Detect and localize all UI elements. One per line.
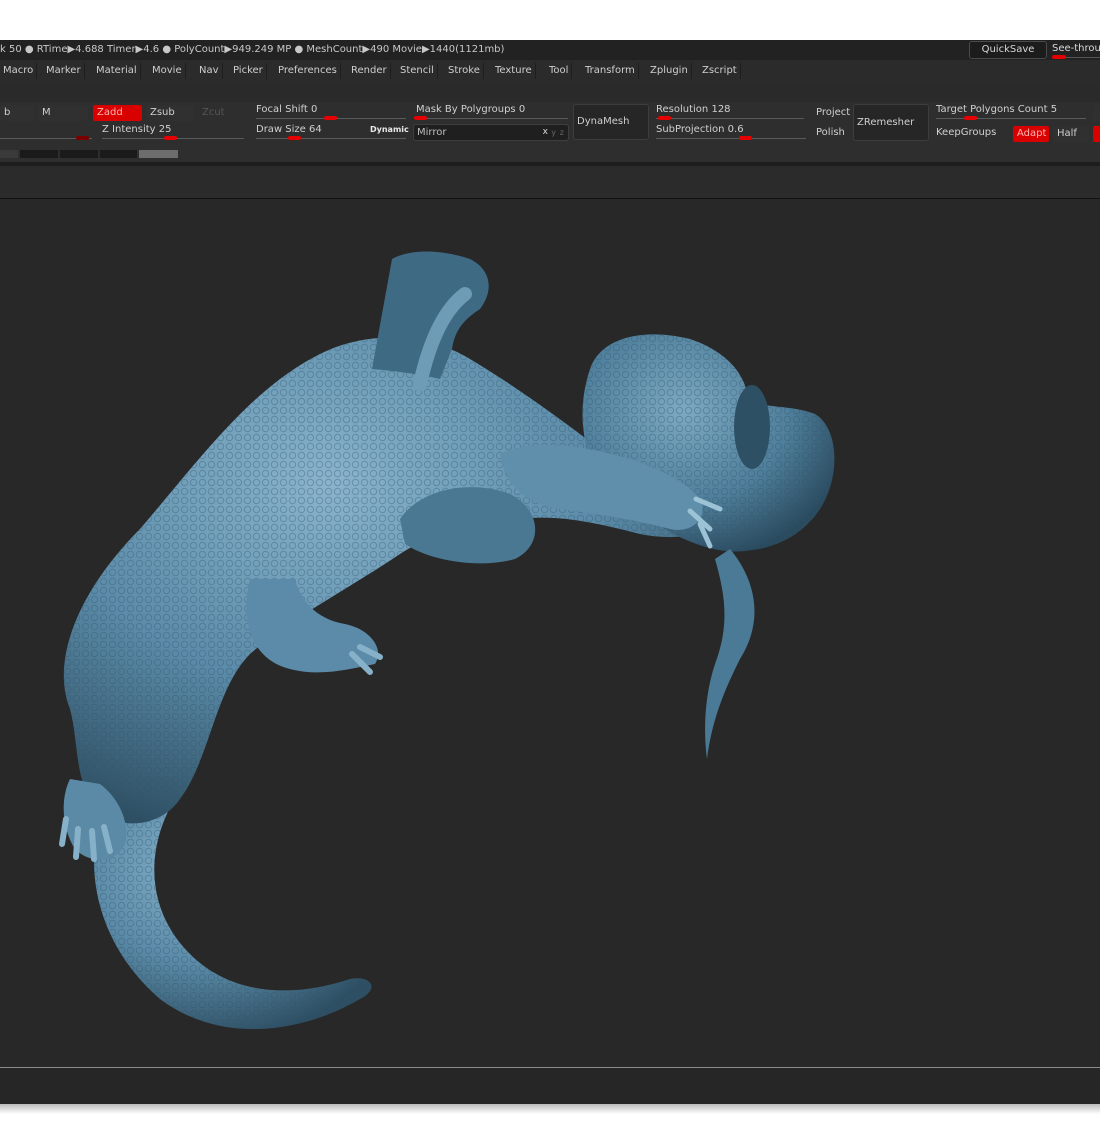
mask-by-polygroups-knob[interactable] — [414, 116, 427, 120]
dragon-eye — [734, 385, 770, 469]
z-axis-icon[interactable]: z — [560, 125, 564, 140]
project-button[interactable]: Project — [816, 107, 850, 118]
polish-button[interactable]: Polish — [816, 127, 845, 138]
see-through-knob[interactable] — [1052, 55, 1066, 59]
mask-by-polygroups-slider[interactable]: Mask By Polygroups 0 — [414, 104, 568, 122]
swatch[interactable] — [0, 150, 18, 158]
target-polygons-label: Target Polygons Count — [936, 104, 1048, 115]
menu-material[interactable]: Material — [93, 63, 141, 79]
status-text: k 50 ● RTime▶4.688 Timer▶4.6 ● PolyCount… — [0, 44, 505, 55]
resolution-knob[interactable] — [658, 116, 671, 120]
menu-render[interactable]: Render — [348, 63, 391, 79]
x-axis-icon[interactable]: x — [543, 125, 548, 140]
see-through-slider[interactable]: See-throu — [1052, 42, 1100, 59]
dynamesh-button[interactable]: DynaMesh — [573, 104, 649, 140]
swatch[interactable] — [60, 150, 98, 158]
subprojection-label: SubProjection — [656, 124, 725, 135]
draw-size-track — [256, 138, 406, 139]
resolution-label: Resolution — [656, 104, 709, 115]
bottom-tray — [0, 1068, 1100, 1104]
status-bar: k 50 ● RTime▶4.688 Timer▶4.6 ● PolyCount… — [0, 40, 1100, 60]
sub-toolbar — [0, 166, 1100, 199]
draw-size-knob[interactable] — [288, 136, 301, 140]
target-polygons-slider[interactable]: Target Polygons Count 5 — [936, 104, 1086, 122]
quicksave-button[interactable]: QuickSave — [969, 41, 1047, 59]
cut-off-red-button[interactable] — [1093, 126, 1100, 142]
subprojection-track — [656, 138, 806, 139]
dragon-tongue — [705, 549, 755, 759]
focal-shift-label: Focal Shift — [256, 104, 308, 115]
z-intensity-label: Z Intensity — [102, 124, 156, 135]
menu-stencil[interactable]: Stencil — [397, 63, 438, 79]
menu-zplugin[interactable]: Zplugin — [647, 63, 692, 79]
mask-by-polygroups-value: 0 — [518, 104, 526, 115]
menu-bar: Macro Marker Material Movie Nav Picker P… — [0, 60, 1100, 82]
swatch[interactable] — [100, 150, 137, 158]
z-intensity-value: 25 — [158, 124, 172, 135]
mirror-button[interactable]: Mirror x y z — [413, 124, 569, 141]
z-intensity-knob[interactable] — [164, 136, 177, 140]
adapt-button[interactable]: Adapt — [1013, 126, 1049, 142]
mask-by-polygroups-track — [416, 118, 568, 119]
target-polygons-track — [936, 118, 1086, 119]
resolution-value: 128 — [711, 104, 731, 115]
menu-zscript[interactable]: Zscript — [699, 63, 741, 79]
mask-by-polygroups-label: Mask By Polygroups — [416, 104, 516, 115]
swatch[interactable] — [20, 150, 58, 158]
zremesher-button[interactable]: ZRemesher — [853, 104, 929, 141]
zbrush-window: k 50 ● RTime▶4.688 Timer▶4.6 ● PolyCount… — [0, 40, 1100, 1104]
menu-transform[interactable]: Transform — [582, 63, 639, 79]
color-swatches — [0, 150, 180, 158]
menu-preferences[interactable]: Preferences — [275, 63, 341, 79]
keepgroups-button[interactable]: KeepGroups — [936, 127, 996, 138]
menu-marker[interactable]: Marker — [43, 63, 85, 79]
focal-shift-knob[interactable] — [324, 116, 337, 120]
subprojection-value: 0.6 — [727, 124, 744, 135]
menu-tool[interactable]: Tool — [546, 63, 573, 79]
draw-size-value: 64 — [309, 124, 322, 135]
cut-off-button-top[interactable] — [1093, 105, 1100, 121]
tail-scales — [94, 799, 372, 1030]
half-button[interactable]: Half — [1053, 126, 1089, 142]
target-polygons-value: 5 — [1050, 104, 1058, 115]
document-canvas[interactable] — [0, 199, 1100, 1067]
menu-texture[interactable]: Texture — [492, 63, 536, 79]
m-button[interactable]: M — [38, 105, 88, 121]
window-shadow — [0, 1104, 1100, 1114]
menu-picker[interactable]: Picker — [230, 63, 267, 79]
zadd-button[interactable]: Zadd — [93, 105, 142, 121]
menu-nav[interactable]: Nav — [196, 63, 223, 79]
focal-shift-slider[interactable]: Focal Shift 0 — [256, 104, 406, 122]
dynamic-toggle[interactable]: Dynamic — [370, 125, 409, 134]
menu-movie[interactable]: Movie — [149, 63, 186, 79]
draw-size-label: Draw Size — [256, 124, 306, 135]
mrgb-partial-button[interactable]: b — [0, 105, 34, 121]
zsub-button[interactable]: Zsub — [146, 105, 194, 121]
zcut-button[interactable]: Zcut — [198, 105, 246, 121]
resolution-track — [656, 118, 804, 119]
y-axis-icon[interactable]: y — [551, 125, 556, 140]
rgb-intensity-slider[interactable] — [0, 124, 92, 142]
swatch[interactable] — [139, 150, 178, 158]
dragon-sculpt — [59, 251, 835, 1030]
see-through-label: See-throu — [1052, 43, 1100, 54]
mirror-label: Mirror — [417, 127, 447, 138]
subprojection-slider[interactable]: SubProjection 0.6 — [656, 124, 806, 142]
menu-stroke[interactable]: Stroke — [445, 63, 484, 79]
rgb-intensity-knob[interactable] — [76, 136, 89, 140]
menu-macro[interactable]: Macro — [0, 63, 38, 79]
target-polygons-knob[interactable] — [964, 116, 977, 120]
resolution-slider[interactable]: Resolution 128 — [656, 104, 804, 122]
top-shelf: b M Zadd Zsub Zcut Z Intensity 25 Focal … — [0, 102, 1100, 162]
z-intensity-slider[interactable]: Z Intensity 25 — [102, 124, 244, 142]
subprojection-knob[interactable] — [739, 136, 752, 140]
focal-shift-value: 0 — [311, 104, 318, 115]
